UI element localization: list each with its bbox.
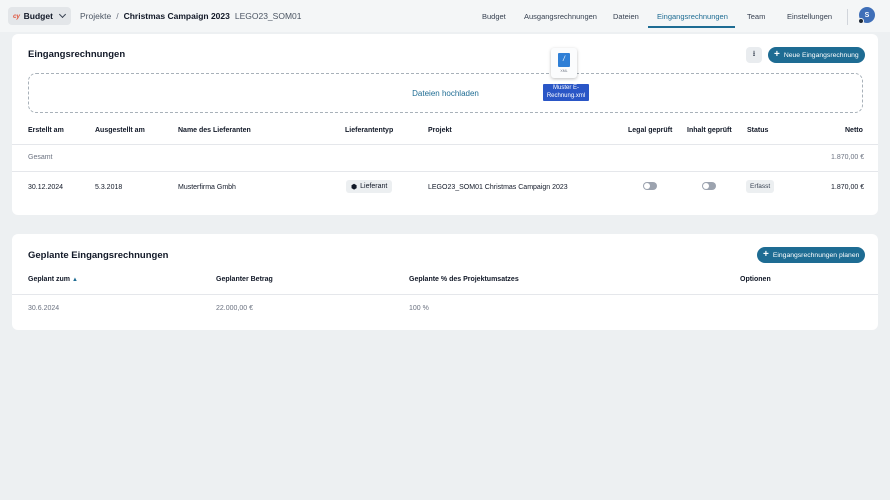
column-header[interactable]: Legal geprüft — [628, 127, 672, 134]
column-header[interactable]: Projekt — [428, 127, 452, 134]
planned-title: Geplante Eingangsrechnungen — [28, 250, 169, 261]
column-header[interactable]: Optionen — [740, 276, 771, 283]
app-logo: cy — [13, 12, 20, 20]
breadcrumb-separator: / — [116, 11, 119, 21]
invoices-title: Eingangsrechnungen — [28, 49, 126, 60]
new-invoice-button[interactable]: + Neue Eingangsrechnung — [768, 47, 865, 63]
status-label: Erfasst — [750, 183, 771, 190]
planned-date: 30.6.2024 — [28, 305, 60, 312]
divider — [12, 294, 878, 295]
project-code: LEGO23_SOM01 — [234, 11, 302, 21]
column-header-label: Geplant zum — [28, 276, 71, 283]
sort-ascending-icon: ▲ — [72, 277, 78, 283]
column-header[interactable]: Erstellt am — [28, 127, 64, 134]
nav-divider — [847, 9, 848, 25]
column-header[interactable]: Inhalt geprüft — [687, 127, 732, 134]
active-tab-indicator — [648, 26, 735, 28]
breadcrumb-current: Christmas Campaign 2023 — [123, 11, 230, 21]
content-checked-toggle[interactable] — [702, 182, 716, 190]
column-header[interactable]: Lieferantentyp — [345, 127, 393, 134]
download-button[interactable]: ⭳ — [746, 47, 762, 63]
supplier-type-badge: ⬢ Lieferant — [346, 180, 393, 193]
plus-icon: + — [774, 49, 780, 60]
divider — [12, 144, 878, 145]
column-header[interactable]: Netto — [845, 127, 863, 134]
tab-ausgangsrechnungen[interactable]: Ausgangsrechnungen — [524, 12, 597, 21]
created-date: 30.12.2024 — [28, 184, 64, 191]
dragged-file[interactable]: / XML Muster E-Rechnung.xml — [539, 48, 591, 104]
total-label: Gesamt — [28, 154, 53, 161]
package-icon: ⬢ — [351, 183, 358, 191]
tab-dateien[interactable]: Dateien — [613, 12, 639, 21]
file-name: Muster E-Rechnung.xml — [543, 84, 589, 101]
net-amount: 1.870,00 € — [831, 184, 865, 191]
dropzone-label: Dateien hochladen — [412, 89, 479, 98]
project-name[interactable]: LEGO23_SOM01 Christmas Campaign 2023 — [428, 184, 568, 191]
column-header[interactable]: Geplante % des Projektumsatzes — [409, 276, 519, 283]
column-header[interactable]: Status — [747, 127, 768, 134]
tab-team[interactable]: Team — [747, 12, 765, 21]
app-name: Budget — [23, 11, 53, 21]
tab-einstellungen[interactable]: Einstellungen — [787, 12, 832, 21]
avatar-initial: S — [864, 11, 870, 19]
tab-budget[interactable]: Budget — [482, 12, 506, 21]
total-value: 1.870,00 € — [831, 154, 865, 161]
planned-invoices-card: Geplante Eingangsrechnungen + Eingangsre… — [12, 234, 878, 330]
chevron-down-icon — [58, 10, 66, 19]
invoices-card: Eingangsrechnungen ⭳ + Neue Eingangsrech… — [12, 34, 878, 215]
app-switcher[interactable]: cy Budget — [8, 7, 71, 25]
file-extension: XML — [560, 69, 568, 73]
plan-invoices-button[interactable]: + Eingangsrechnungen planen — [757, 247, 866, 263]
tab-eingangsrechnungen[interactable]: Eingangsrechnungen — [657, 12, 728, 21]
file-icon: / XML — [551, 48, 577, 78]
top-bar: cy Budget Projekte / Christmas Campaign … — [0, 0, 890, 32]
supplier-type: Lieferant — [360, 183, 388, 190]
plan-invoices-label: Eingangsrechnungen planen — [772, 251, 860, 259]
upload-dropzone[interactable]: Dateien hochladen — [28, 73, 863, 113]
breadcrumb: Projekte / Christmas Campaign 2023 LEGO2… — [80, 11, 301, 21]
issued-date: 5.3.2018 — [95, 184, 123, 191]
column-header[interactable]: Name des Lieferanten — [178, 127, 251, 134]
new-invoice-label: Neue Eingangsrechnung — [783, 51, 859, 59]
status-dot — [858, 18, 864, 24]
planned-percent: 100 % — [409, 305, 429, 312]
plus-icon: + — [763, 249, 769, 260]
column-header[interactable]: Geplanter Betrag — [216, 276, 273, 283]
column-header[interactable]: Ausgestellt am — [95, 127, 145, 134]
divider — [12, 171, 878, 172]
download-icon: ⭳ — [752, 49, 756, 58]
planned-amount: 22.000,00 € — [216, 305, 253, 312]
document-icon: / — [558, 53, 570, 67]
status-badge: Erfasst — [746, 180, 775, 193]
legal-checked-toggle[interactable] — [643, 182, 657, 190]
column-header-geplant-zum[interactable]: Geplant zum ▲ — [28, 276, 78, 283]
supplier-name[interactable]: Musterfirma Gmbh — [178, 184, 236, 191]
breadcrumb-projects[interactable]: Projekte — [80, 11, 111, 21]
